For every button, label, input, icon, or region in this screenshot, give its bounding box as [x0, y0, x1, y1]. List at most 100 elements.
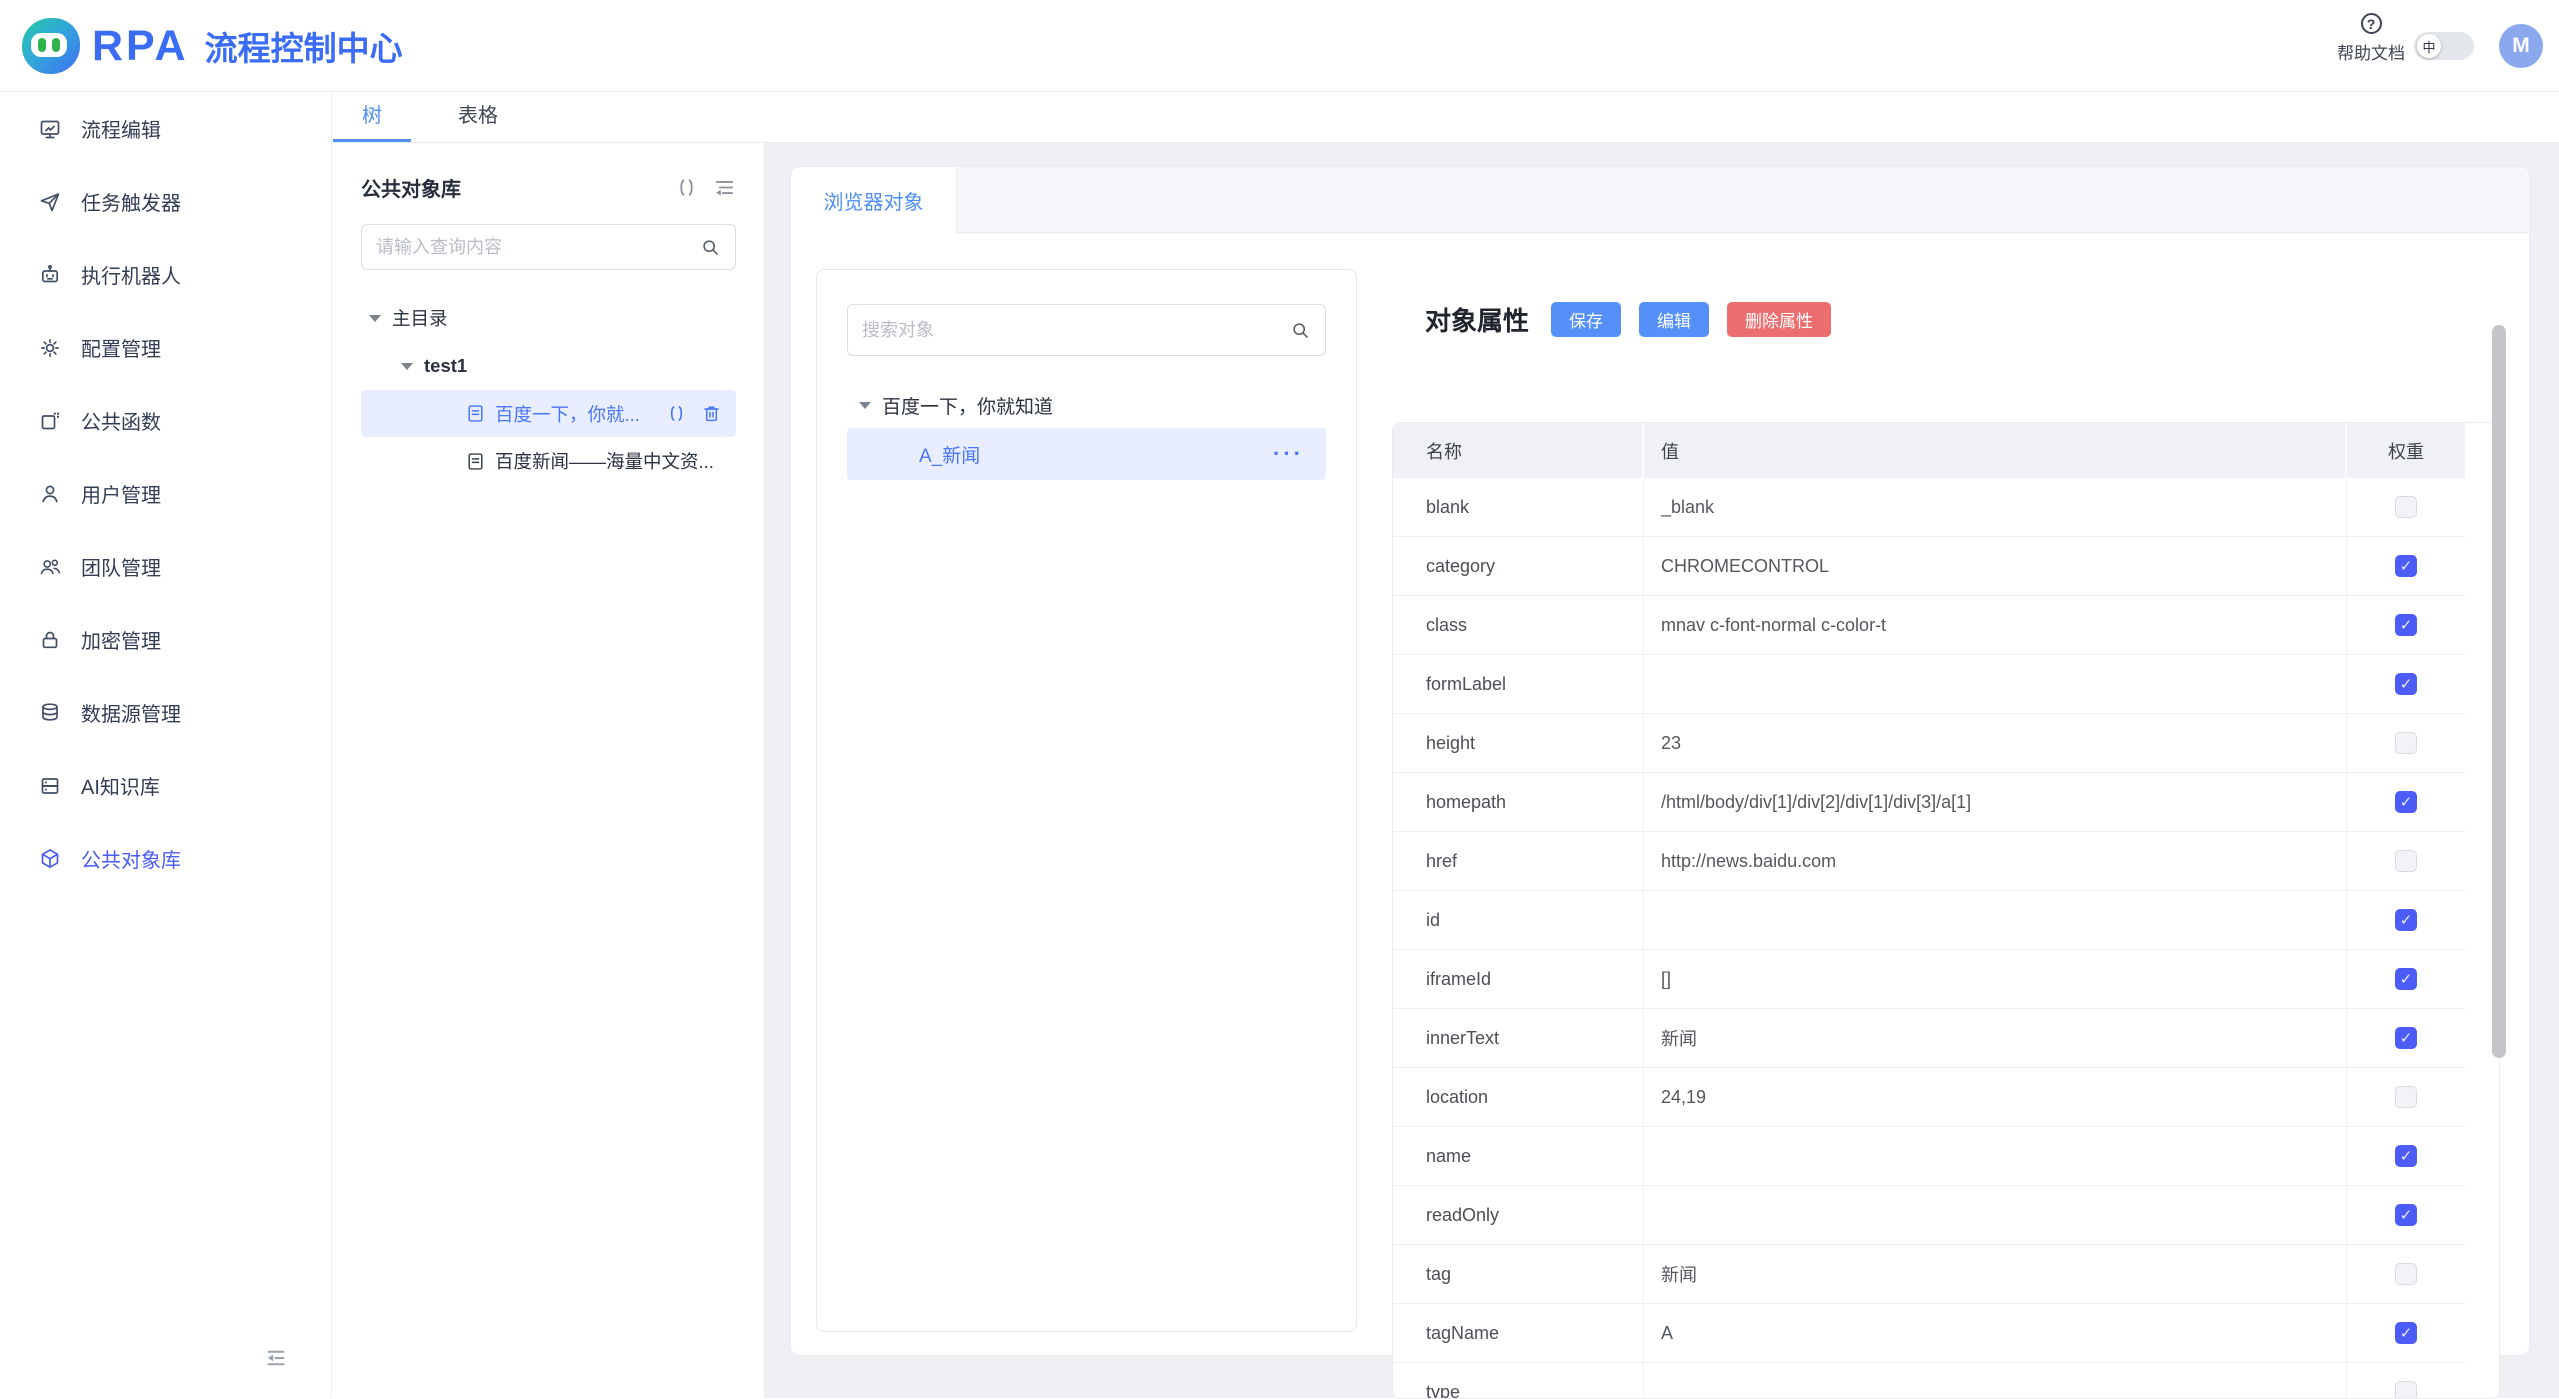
- property-name: category: [1393, 537, 1644, 595]
- collapse-all-icon[interactable]: [713, 176, 736, 199]
- panel-title: 公共对象库: [361, 173, 461, 202]
- user-avatar[interactable]: M: [2499, 24, 2543, 68]
- search-icon[interactable]: [700, 237, 721, 258]
- caret-down-icon[interactable]: [401, 363, 413, 370]
- weight-checkbox[interactable]: [2395, 1263, 2417, 1285]
- weight-checkbox[interactable]: [2395, 1086, 2417, 1108]
- sidebar-item-label: 团队管理: [81, 552, 161, 581]
- object-tree-parent[interactable]: 百度一下，你就知道: [847, 382, 1326, 428]
- sidebar-item-icon: [38, 482, 62, 506]
- property-name: location: [1393, 1068, 1644, 1126]
- sidebar-item-icon: [38, 409, 62, 433]
- table-row: category CHROMECONTROL: [1393, 537, 2465, 596]
- caret-down-icon[interactable]: [369, 315, 381, 322]
- sidebar-item-label: 数据源管理: [81, 698, 181, 727]
- sidebar-item-icon: [38, 336, 62, 360]
- property-value: mnav c-font-normal c-color-t: [1644, 596, 2347, 654]
- help-docs-link[interactable]: ? 帮助文档: [2330, 13, 2412, 64]
- more-actions-icon[interactable]: ···: [1273, 449, 1304, 459]
- library-search-input[interactable]: [376, 237, 700, 258]
- view-tab[interactable]: 树: [333, 92, 411, 142]
- weight-checkbox[interactable]: [2395, 1381, 2417, 1399]
- sidebar-nav: 流程编辑 任务触发器 执行机器人 配置管理 公共函数 用户管理 团队管理: [0, 92, 332, 1398]
- delete-property-button[interactable]: 删除属性: [1727, 302, 1831, 337]
- property-name: tag: [1393, 1245, 1644, 1303]
- code-brackets-icon[interactable]: [675, 176, 698, 199]
- language-toggle[interactable]: 中: [2414, 32, 2474, 60]
- sidebar-item-icon: [38, 628, 62, 652]
- weight-checkbox[interactable]: [2395, 909, 2417, 931]
- tree-node-root[interactable]: 主目录: [361, 294, 736, 342]
- sidebar-item[interactable]: AI知识库: [0, 749, 331, 822]
- table-row: type: [1393, 1363, 2465, 1399]
- property-value: [1644, 655, 2347, 713]
- save-button[interactable]: 保存: [1551, 302, 1621, 337]
- weight-checkbox[interactable]: [2395, 1027, 2417, 1049]
- sidebar-item[interactable]: 配置管理: [0, 311, 331, 384]
- table-row: id: [1393, 891, 2465, 950]
- question-icon: ?: [2361, 13, 2382, 34]
- sidebar-item[interactable]: 公共对象库: [0, 822, 331, 895]
- sidebar-item[interactable]: 用户管理: [0, 457, 331, 530]
- column-header-value: 值: [1644, 423, 2347, 478]
- sidebar-item[interactable]: 加密管理: [0, 603, 331, 676]
- table-row: formLabel: [1393, 655, 2465, 714]
- sidebar-item[interactable]: 数据源管理: [0, 676, 331, 749]
- property-name: blank: [1393, 478, 1644, 536]
- tree-node-folder[interactable]: test1: [361, 342, 736, 390]
- sidebar-item[interactable]: 流程编辑: [0, 92, 331, 165]
- trash-icon[interactable]: [701, 403, 722, 424]
- search-icon[interactable]: [1290, 320, 1311, 341]
- tree-node-document[interactable]: 百度一下，你就...: [361, 390, 736, 437]
- table-row: iframeId []: [1393, 950, 2465, 1009]
- refresh-icon[interactable]: [666, 403, 687, 424]
- table-row: blank _blank: [1393, 478, 2465, 537]
- logo-text: RPA: [92, 22, 189, 71]
- tree-node-document[interactable]: 百度新闻——海量中文资...: [361, 437, 736, 485]
- caret-down-icon[interactable]: [859, 402, 871, 409]
- weight-checkbox[interactable]: [2395, 1204, 2417, 1226]
- property-value: [1644, 1363, 2347, 1399]
- property-value: _blank: [1644, 478, 2347, 536]
- sidebar-item-label: 公共对象库: [81, 844, 181, 873]
- browser-object-card: 浏览器对象 百度一下，你就知道 A_新闻 ···: [790, 166, 2530, 1356]
- properties-title: 对象属性: [1425, 301, 1529, 338]
- property-name: href: [1393, 832, 1644, 890]
- weight-checkbox[interactable]: [2395, 673, 2417, 695]
- sidebar-item-icon: [38, 701, 62, 725]
- property-value: [1644, 891, 2347, 949]
- property-name: tagName: [1393, 1304, 1644, 1362]
- sidebar-item[interactable]: 团队管理: [0, 530, 331, 603]
- sidebar-item[interactable]: 公共函数: [0, 384, 331, 457]
- object-library-panel: 公共对象库 主目录 test1 百度一下，你就...: [333, 143, 765, 1398]
- object-tree-child-selected[interactable]: A_新闻 ···: [847, 428, 1326, 480]
- weight-checkbox[interactable]: [2395, 850, 2417, 872]
- property-value: CHROMECONTROL: [1644, 537, 2347, 595]
- edit-button[interactable]: 编辑: [1639, 302, 1709, 337]
- table-row: href http://news.baidu.com: [1393, 832, 2465, 891]
- property-value: 新闻: [1644, 1009, 2347, 1067]
- weight-checkbox[interactable]: [2395, 1322, 2417, 1344]
- weight-checkbox[interactable]: [2395, 1145, 2417, 1167]
- property-value: 24,19: [1644, 1068, 2347, 1126]
- vertical-scrollbar-thumb[interactable]: [2492, 325, 2506, 1058]
- property-name: homepath: [1393, 773, 1644, 831]
- table-row: homepath /html/body/div[1]/div[2]/div[1]…: [1393, 773, 2465, 832]
- weight-checkbox[interactable]: [2395, 496, 2417, 518]
- properties-table-header: 名称 值 权重: [1393, 423, 2465, 478]
- column-header-name: 名称: [1393, 423, 1644, 478]
- weight-checkbox[interactable]: [2395, 732, 2417, 754]
- weight-checkbox[interactable]: [2395, 614, 2417, 636]
- object-search-input[interactable]: [862, 320, 1290, 341]
- sidebar-item[interactable]: 执行机器人: [0, 238, 331, 311]
- tab-browser-object[interactable]: 浏览器对象: [791, 167, 957, 233]
- weight-checkbox[interactable]: [2395, 555, 2417, 577]
- sidebar-item[interactable]: 任务触发器: [0, 165, 331, 238]
- sidebar-item-label: 任务触发器: [81, 187, 181, 216]
- view-tab[interactable]: 表格: [439, 92, 517, 142]
- weight-checkbox[interactable]: [2395, 968, 2417, 990]
- property-name: iframeId: [1393, 950, 1644, 1008]
- table-row: readOnly: [1393, 1186, 2465, 1245]
- menu-fold-icon[interactable]: [264, 1346, 288, 1370]
- weight-checkbox[interactable]: [2395, 791, 2417, 813]
